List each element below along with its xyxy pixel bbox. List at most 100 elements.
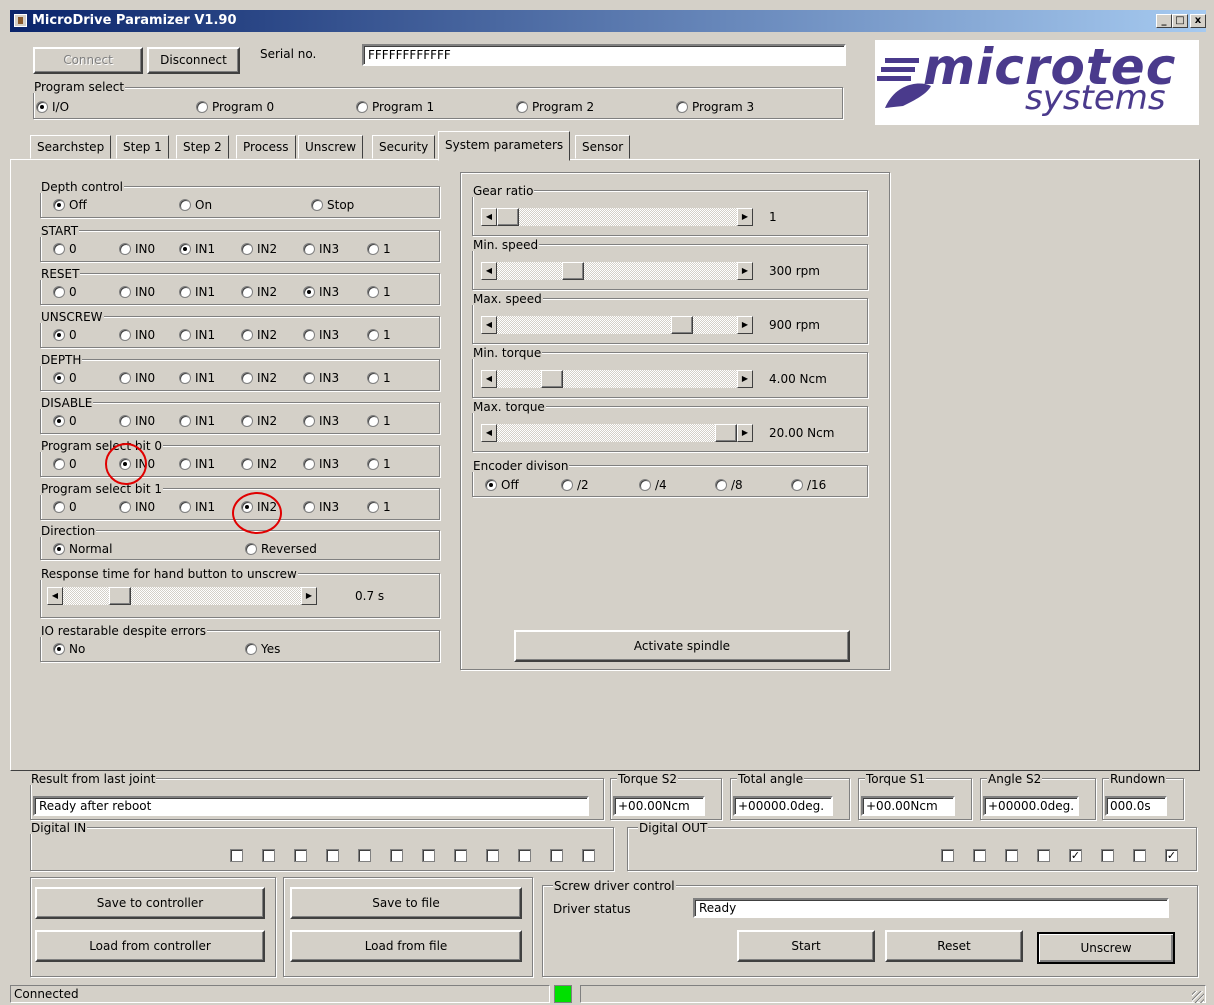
radio-io-option[interactable]: IN3 (303, 457, 339, 471)
digital-checkbox[interactable] (518, 849, 531, 862)
radio-io-option[interactable]: 0 (53, 242, 77, 256)
radio-io-option[interactable]: IN1 (179, 371, 215, 385)
unscrew-button[interactable]: Unscrew (1037, 932, 1175, 964)
slider-thumb[interactable] (671, 316, 693, 334)
start-button[interactable]: Start (737, 930, 875, 962)
radio-program-0[interactable]: Program 0 (196, 100, 274, 114)
scroll-left-arrow-icon[interactable]: ◀ (481, 262, 497, 280)
radio-depth-on[interactable]: On (179, 198, 212, 212)
radio-io-option[interactable]: 1 (367, 500, 391, 514)
connect-button[interactable]: Connect (33, 47, 143, 74)
radio-direction-reversed[interactable]: Reversed (245, 542, 317, 556)
digital-checkbox[interactable] (1133, 849, 1146, 862)
radio-io-option[interactable]: 1 (367, 285, 391, 299)
parameter-slider[interactable]: ◀ ▶ (481, 316, 753, 334)
radio-io-option[interactable]: IN0 (119, 242, 155, 256)
radio-io-option[interactable]: IN1 (179, 328, 215, 342)
load-from-controller-button[interactable]: Load from controller (35, 930, 265, 962)
digital-checkbox[interactable]: ✓ (1165, 849, 1178, 862)
tab-unscrew[interactable]: Unscrew (298, 135, 364, 159)
radio-program-2[interactable]: Program 2 (516, 100, 594, 114)
digital-checkbox[interactable]: ✓ (1069, 849, 1082, 862)
radio-io-option[interactable]: IN1 (179, 242, 215, 256)
radio-encoder-2[interactable]: /2 (561, 478, 589, 492)
radio-io-option[interactable]: IN0 (119, 328, 155, 342)
radio-io-option[interactable]: IN1 (179, 457, 215, 471)
radio-io-option[interactable]: 1 (367, 457, 391, 471)
digital-checkbox[interactable] (294, 849, 307, 862)
radio-io-option[interactable]: IN2 (241, 457, 277, 471)
slider-thumb[interactable] (109, 587, 131, 605)
minimize-button[interactable]: _ (1156, 14, 1172, 28)
radio-io-option[interactable]: 0 (53, 457, 77, 471)
digital-checkbox[interactable] (454, 849, 467, 862)
scroll-right-arrow-icon[interactable]: ▶ (737, 424, 753, 442)
radio-encoder-4[interactable]: /4 (639, 478, 667, 492)
radio-io-option[interactable]: 0 (53, 328, 77, 342)
result-column-field[interactable]: +00.00Ncm (861, 796, 955, 816)
radio-io-option[interactable]: 1 (367, 371, 391, 385)
radio-io-option[interactable]: 1 (367, 414, 391, 428)
radio-io-option[interactable]: IN3 (303, 285, 339, 299)
result-column-field[interactable]: +00000.0deg. (733, 796, 833, 816)
radio-program-3[interactable]: Program 3 (676, 100, 754, 114)
maximize-button[interactable]: □ (1172, 14, 1188, 28)
digital-checkbox[interactable] (1005, 849, 1018, 862)
radio-io-option[interactable]: IN2 (241, 328, 277, 342)
scroll-left-arrow-icon[interactable]: ◀ (481, 370, 497, 388)
radio-direction-normal[interactable]: Normal (53, 542, 112, 556)
digital-checkbox[interactable] (486, 849, 499, 862)
tab-step1[interactable]: Step 1 (116, 135, 169, 159)
scroll-right-arrow-icon[interactable]: ▶ (737, 316, 753, 334)
digital-checkbox[interactable] (262, 849, 275, 862)
parameter-slider[interactable]: ◀ ▶ (481, 424, 753, 442)
radio-io-option[interactable]: IN0 (119, 285, 155, 299)
radio-io-option[interactable]: IN3 (303, 500, 339, 514)
radio-io-option[interactable]: 1 (367, 242, 391, 256)
radio-depth-off[interactable]: Off (53, 198, 87, 212)
radio-io-option[interactable]: 0 (53, 414, 77, 428)
slider-thumb[interactable] (562, 262, 584, 280)
radio-program-io[interactable]: I/O (36, 100, 69, 114)
radio-io-option[interactable]: IN1 (179, 500, 215, 514)
digital-checkbox[interactable] (1037, 849, 1050, 862)
result-column-field[interactable]: +00000.0deg. (983, 796, 1079, 816)
radio-program-1[interactable]: Program 1 (356, 100, 434, 114)
slider-thumb[interactable] (541, 370, 563, 388)
scroll-left-arrow-icon[interactable]: ◀ (481, 316, 497, 334)
disconnect-button[interactable]: Disconnect (147, 47, 240, 74)
digital-checkbox[interactable] (941, 849, 954, 862)
parameter-slider[interactable]: ◀ ▶ (481, 208, 753, 226)
save-to-file-button[interactable]: Save to file (290, 887, 522, 919)
scroll-right-arrow-icon[interactable]: ▶ (737, 262, 753, 280)
radio-io-option[interactable]: IN3 (303, 414, 339, 428)
radio-restart-no[interactable]: No (53, 642, 85, 656)
tab-system-parameters[interactable]: System parameters (438, 131, 571, 161)
parameter-slider[interactable]: ◀ ▶ (481, 262, 753, 280)
tab-process[interactable]: Process (236, 135, 296, 159)
radio-io-option[interactable]: IN3 (303, 242, 339, 256)
digital-checkbox[interactable] (422, 849, 435, 862)
digital-checkbox[interactable] (230, 849, 243, 862)
result-column-field[interactable]: 000.0s (1105, 796, 1167, 816)
activate-spindle-button[interactable]: Activate spindle (514, 630, 850, 662)
slider-thumb[interactable] (715, 424, 737, 442)
digital-checkbox[interactable] (550, 849, 563, 862)
scroll-right-arrow-icon[interactable]: ▶ (737, 370, 753, 388)
parameter-slider[interactable]: ◀ ▶ (481, 370, 753, 388)
radio-io-option[interactable]: IN3 (303, 328, 339, 342)
scroll-left-arrow-icon[interactable]: ◀ (47, 587, 63, 605)
slider-thumb[interactable] (497, 208, 519, 226)
close-button[interactable]: x (1190, 14, 1206, 28)
serial-field[interactable]: FFFFFFFFFFFF (362, 44, 846, 66)
radio-encoder-off[interactable]: Off (485, 478, 519, 492)
radio-io-option[interactable]: IN2 (241, 242, 277, 256)
radio-io-option[interactable]: IN1 (179, 414, 215, 428)
scroll-left-arrow-icon[interactable]: ◀ (481, 424, 497, 442)
last-joint-field[interactable]: Ready after reboot (33, 796, 589, 816)
radio-io-option[interactable]: IN0 (119, 414, 155, 428)
radio-io-option[interactable]: IN2 (241, 414, 277, 428)
digital-checkbox[interactable] (582, 849, 595, 862)
digital-checkbox[interactable] (1101, 849, 1114, 862)
radio-restart-yes[interactable]: Yes (245, 642, 280, 656)
